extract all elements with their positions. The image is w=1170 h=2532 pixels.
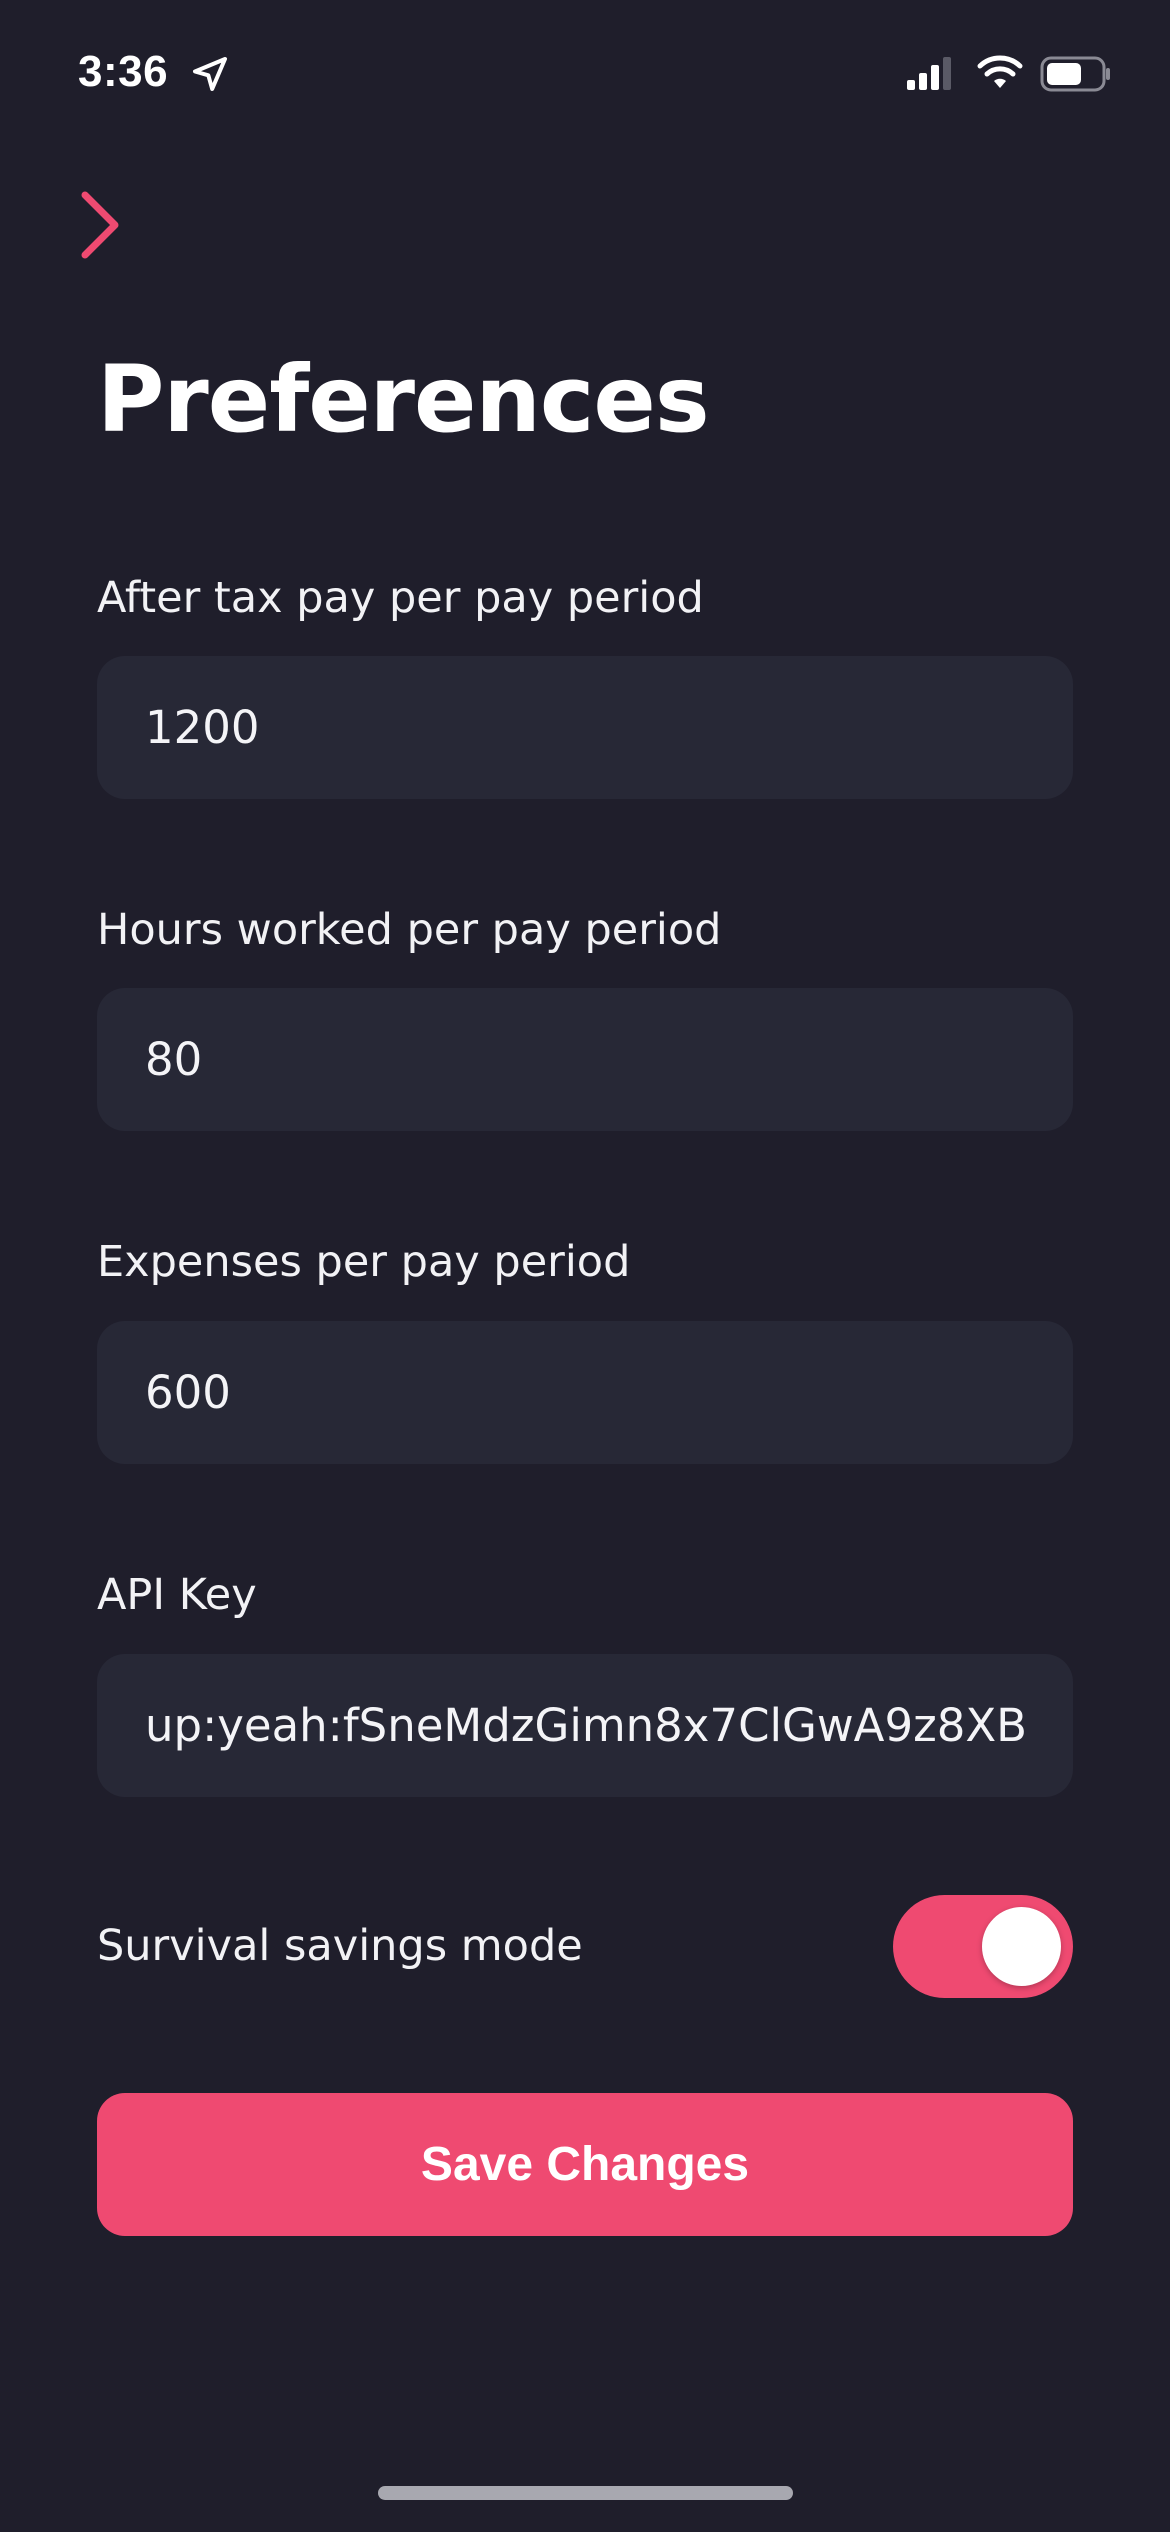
location-arrow-icon: [193, 57, 227, 91]
toggle-knob: [982, 1907, 1061, 1986]
status-bar: 3:36: [0, 0, 1170, 150]
battery-icon: [1040, 56, 1110, 92]
expenses-input[interactable]: [97, 1321, 1073, 1464]
cellular-signal-icon: [907, 57, 951, 90]
after-tax-pay-input[interactable]: [97, 656, 1073, 799]
save-changes-button[interactable]: Save Changes: [97, 2093, 1073, 2236]
api-key-label: API Key: [97, 1570, 257, 1620]
home-indicator[interactable]: [378, 2486, 793, 2500]
api-key-input[interactable]: [97, 1654, 1073, 1797]
wifi-icon: [977, 55, 1023, 88]
status-time: 3:36: [78, 47, 169, 96]
hours-worked-label: Hours worked per pay period: [97, 905, 722, 955]
expenses-label: Expenses per pay period: [97, 1237, 631, 1287]
survival-mode-toggle[interactable]: [893, 1895, 1073, 1998]
chevron-right-icon: [81, 191, 119, 259]
survival-mode-label: Survival savings mode: [97, 1921, 583, 1971]
after-tax-pay-label: After tax pay per pay period: [97, 573, 704, 623]
back-button[interactable]: [70, 185, 130, 265]
hours-worked-input[interactable]: [97, 988, 1073, 1131]
page-title: Preferences: [97, 346, 710, 453]
